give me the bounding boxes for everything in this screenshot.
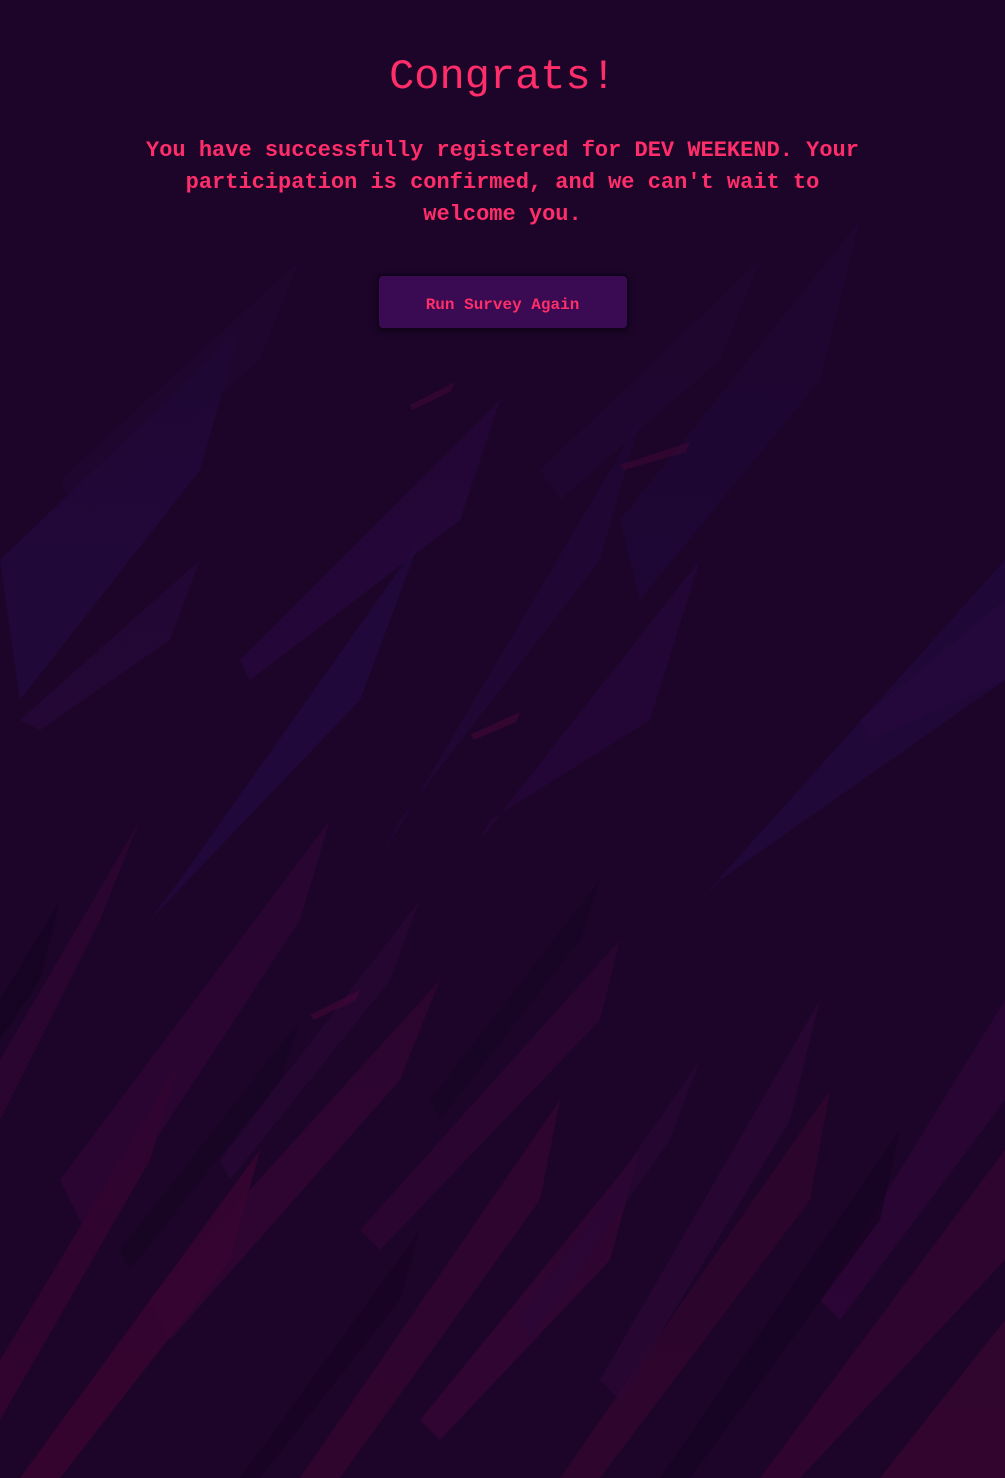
run-survey-again-button[interactable]: Run Survey Again [376,274,629,330]
confirmation-panel: Congrats! You have successfully register… [0,0,1005,330]
page-title: Congrats! [389,53,616,101]
confirmation-message: You have successfully registered for DEV… [146,138,859,227]
